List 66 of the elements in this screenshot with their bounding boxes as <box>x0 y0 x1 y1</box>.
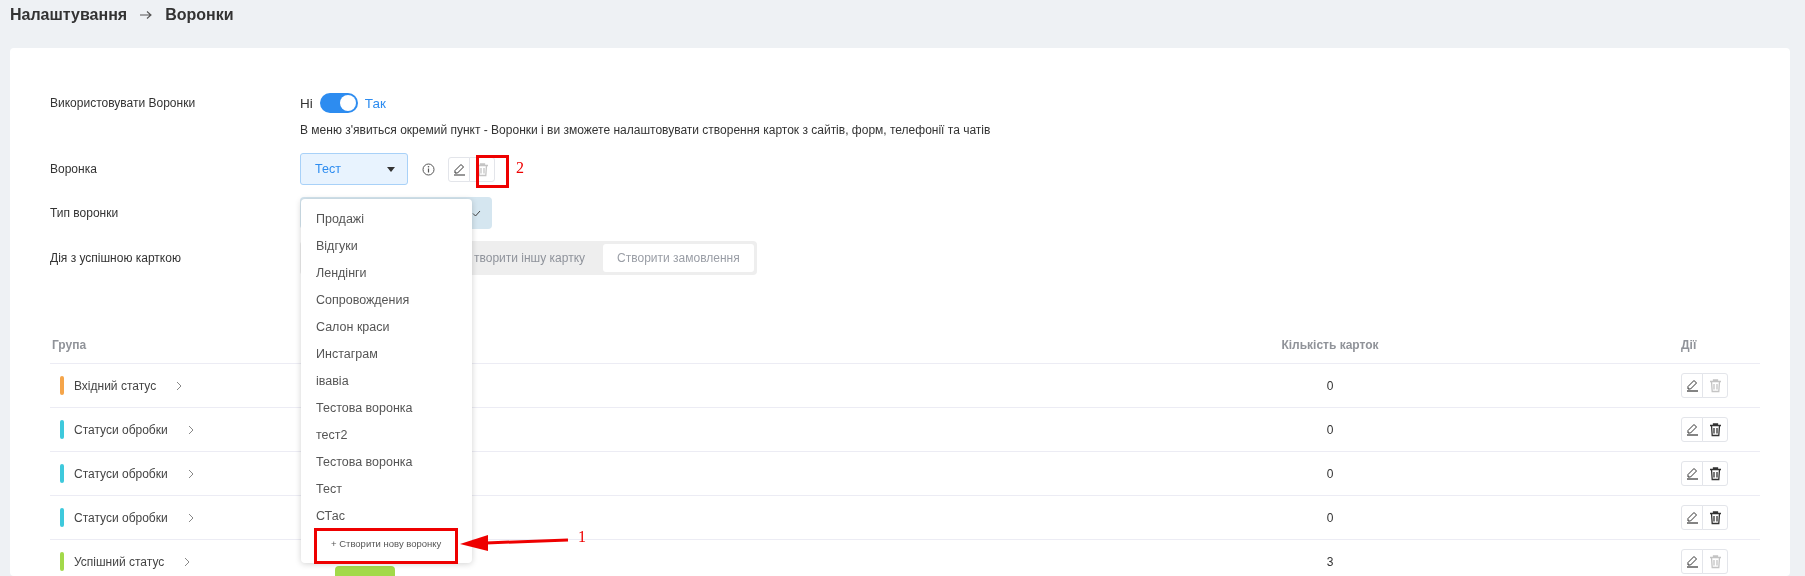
page-title: Воронки <box>165 6 234 24</box>
check-icon <box>472 209 481 217</box>
trash-icon <box>1707 378 1723 393</box>
dropdown-item[interactable]: Тестова воронка <box>301 395 472 422</box>
table-cell-text: 0 <box>1325 378 1335 393</box>
delete-button[interactable] <box>1702 505 1728 530</box>
group-name: Статуси обробки <box>74 422 168 437</box>
edit-button[interactable] <box>448 156 470 182</box>
field-label: Воронка <box>49 161 98 178</box>
toggle-label: Ні <box>300 95 313 111</box>
group-name: Вхідний статус <box>74 378 157 393</box>
caret-icon <box>387 166 395 172</box>
toggle-switch[interactable] <box>319 93 358 113</box>
table-cell-text: 0 <box>1325 422 1335 437</box>
dropdown-item[interactable]: івавіа <box>301 368 472 395</box>
table-cell-text: 0 <box>1325 510 1335 525</box>
group-name: Успішний статус <box>74 554 165 569</box>
trash-icon <box>1707 422 1723 437</box>
delete-button[interactable] <box>1702 461 1728 486</box>
annotation-number: 2 <box>516 159 524 177</box>
dropdown-item[interactable]: СТас <box>301 503 472 530</box>
chevron-right-icon[interactable] <box>184 556 191 567</box>
column-header: Кількість карток <box>1280 338 1380 352</box>
edit-button[interactable] <box>1681 461 1703 486</box>
dropdown-item[interactable]: Инстаграм <box>301 341 472 368</box>
edit-button[interactable] <box>1681 417 1703 442</box>
dropdown-item[interactable]: Сопровождения <box>301 287 472 314</box>
annotation-number: 1 <box>578 528 586 546</box>
highlight-frame <box>476 155 509 188</box>
dropdown-item[interactable]: тест2 <box>301 422 472 449</box>
dropdown-item[interactable]: Тестова воронка <box>301 449 472 476</box>
chevron-right-icon[interactable] <box>187 424 194 435</box>
arrow-icon <box>139 10 154 20</box>
dropdown-item[interactable]: Тест <box>301 476 472 503</box>
dropdown-item[interactable]: Салон краси <box>301 314 472 341</box>
trash-icon <box>1707 510 1723 525</box>
edit-button[interactable] <box>1681 549 1703 574</box>
chevron-right-icon[interactable] <box>176 380 183 391</box>
chevron-right-icon[interactable] <box>187 468 194 479</box>
field-label: Тип воронки <box>49 205 120 222</box>
toggle-label: Так <box>364 95 386 111</box>
pencil-icon <box>1684 554 1700 569</box>
trash-icon <box>1707 466 1723 481</box>
info-icon[interactable] <box>422 162 435 176</box>
field-label: Дія з успішною карткою <box>49 250 182 267</box>
description-text: В меню з'явиться окремий пункт - Воронки і ви зможете налаштовувати створення карток з сайтів, форм, телефонії та чатів <box>300 122 991 139</box>
column-header: Дії <box>1680 338 1698 352</box>
delete-button[interactable] <box>1702 417 1728 442</box>
pencil-icon <box>451 161 467 177</box>
table-cell-text: 0 <box>1325 466 1335 481</box>
column-header: Група <box>51 338 88 352</box>
create-funnel-link[interactable]: + Створити нову воронку <box>331 534 442 554</box>
breadcrumb-link[interactable]: Налаштування <box>10 6 128 24</box>
group-name: Статуси обробки <box>74 510 168 525</box>
edit-button[interactable] <box>1681 505 1703 530</box>
field-label: Використовувати Воронки <box>49 95 197 112</box>
table-cell-text: 3 <box>1325 554 1335 569</box>
chevron-right-icon[interactable] <box>187 512 194 523</box>
pencil-icon <box>1684 422 1700 437</box>
pencil-icon <box>1684 378 1700 393</box>
trash-icon <box>1707 554 1723 569</box>
pencil-icon <box>1684 466 1700 481</box>
pencil-icon <box>1684 510 1700 525</box>
edit-button[interactable] <box>1681 373 1703 398</box>
group-name: Статуси обробки <box>74 466 168 481</box>
dropdown-item[interactable]: Продажі <box>301 206 472 233</box>
